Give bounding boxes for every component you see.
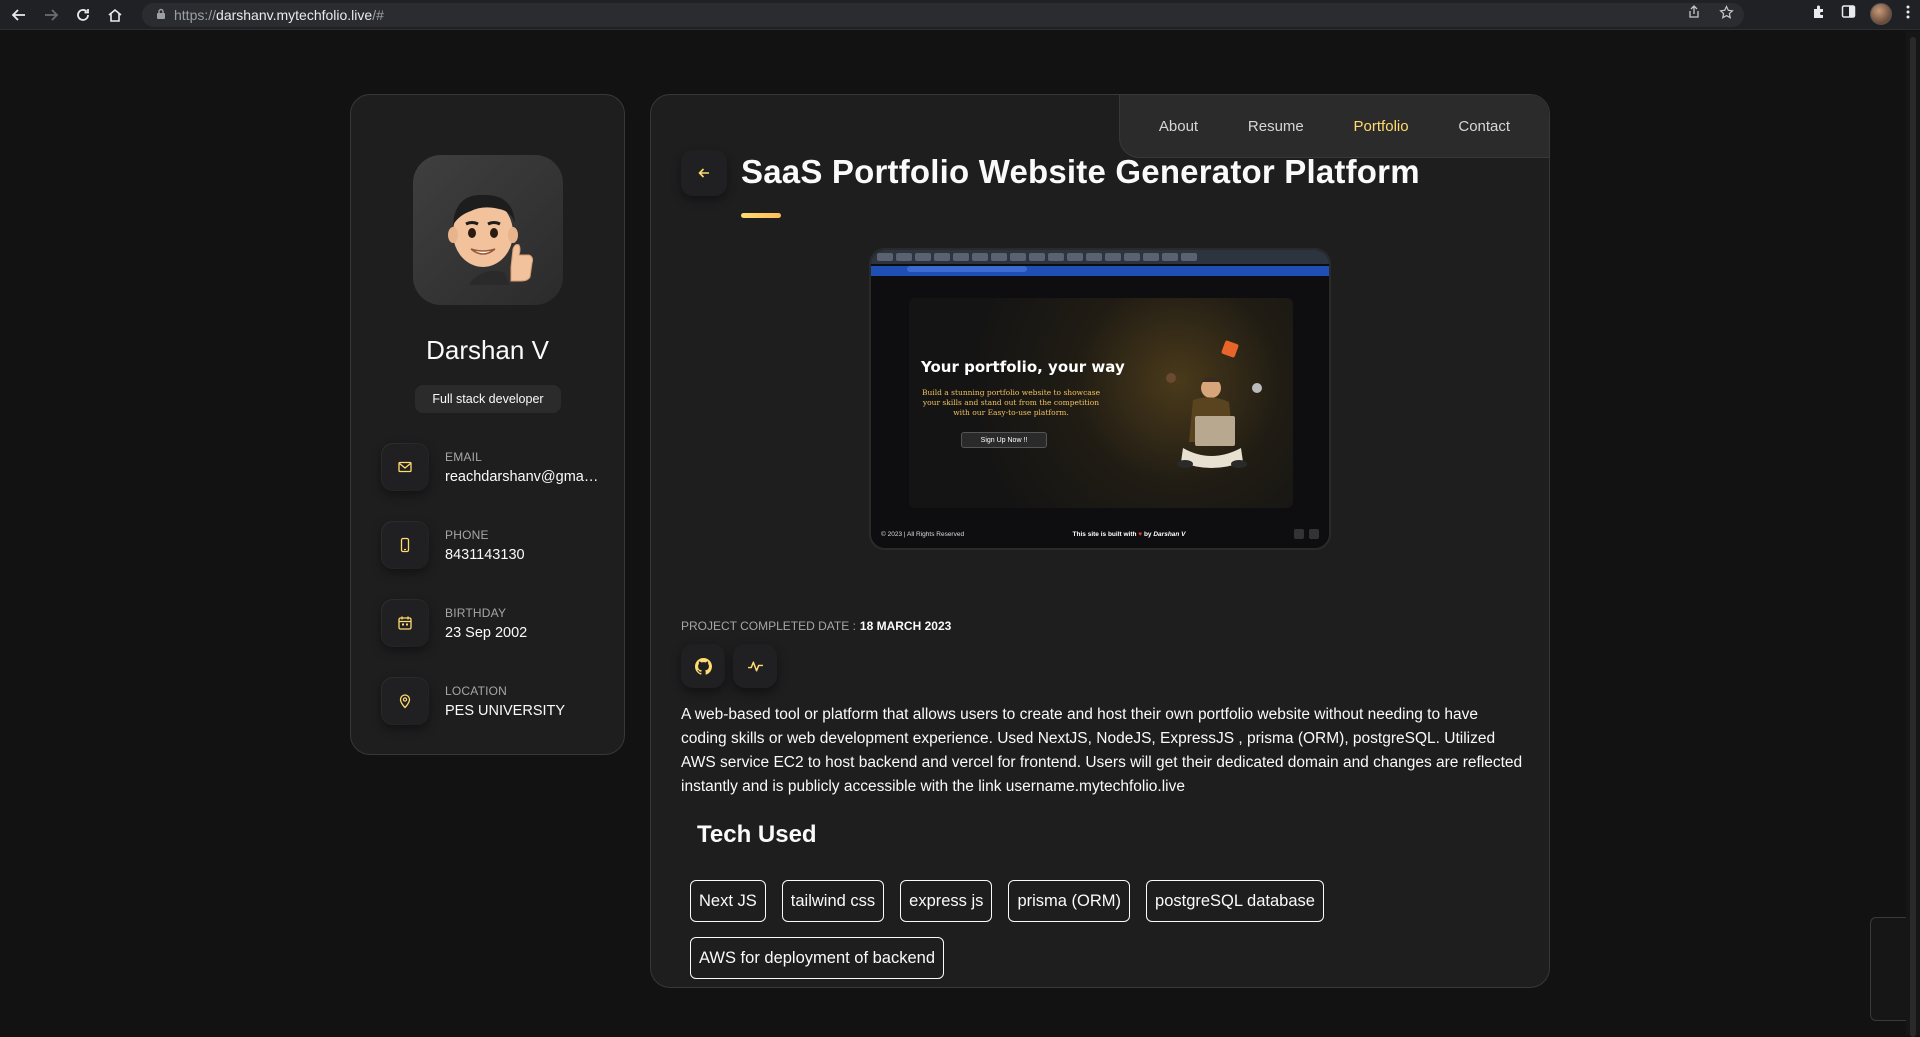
- role-badge: Full stack developer: [415, 385, 561, 413]
- preview-headline: Your portfolio, your way: [921, 358, 1125, 376]
- preview-copyright: © 2023 | All Rights Reserved: [881, 530, 965, 538]
- reload-icon[interactable]: [70, 2, 96, 28]
- home-icon[interactable]: [102, 2, 128, 28]
- preview-subtext: Build a stunning portfolio website to sh…: [921, 388, 1101, 417]
- browser-toolbar: https://darshanv.mytechfolio.live/#: [0, 0, 1920, 30]
- tech-tag: postgreSQL database: [1146, 880, 1324, 922]
- arrow-left-icon: [698, 168, 709, 178]
- top-navbar: About Resume Portfolio Contact: [1119, 95, 1549, 158]
- forward-arrow-icon[interactable]: [38, 2, 64, 28]
- location-pin-icon: [381, 677, 429, 725]
- contact-label: EMAIL: [445, 450, 483, 464]
- tech-list: Next JS tailwind css express js prisma (…: [690, 880, 1410, 979]
- preview-footer: © 2023 | All Rights Reserved This site i…: [871, 520, 1329, 548]
- preview-credit: This site is built with ♥ by Darshan V: [1072, 530, 1186, 538]
- tech-used-heading: Tech Used: [697, 821, 817, 848]
- back-button[interactable]: [681, 150, 727, 196]
- url-host: darshanv.mytechfolio.live: [216, 7, 373, 23]
- side-panel-icon[interactable]: [1841, 4, 1856, 24]
- contact-phone: PHONE 8431143130: [381, 521, 601, 599]
- tech-tag: express js: [900, 880, 993, 922]
- back-arrow-icon[interactable]: [6, 2, 32, 28]
- nav-resume[interactable]: Resume: [1248, 118, 1304, 135]
- contact-location: LOCATION PES UNIVERSITY: [381, 677, 601, 755]
- project-title: SaaS Portfolio Website Generator Platfor…: [741, 153, 1420, 190]
- nav-portfolio[interactable]: Portfolio: [1354, 118, 1409, 135]
- contact-label: BIRTHDAY: [445, 606, 507, 620]
- nav-contact[interactable]: Contact: [1458, 118, 1510, 135]
- tech-tag: tailwind css: [781, 880, 885, 922]
- url-scheme: https://: [174, 7, 217, 23]
- calendar-icon: [381, 599, 429, 647]
- share-icon[interactable]: [1687, 5, 1701, 25]
- project-links: [681, 644, 777, 688]
- project-description: A web-based tool or platform that allows…: [681, 706, 1523, 795]
- browser-profile-avatar[interactable]: [1870, 3, 1892, 25]
- nav-about[interactable]: About: [1159, 118, 1198, 135]
- email-link[interactable]: reachdarshanv@gma…: [445, 469, 601, 485]
- project-date: PROJECT COMPLETED DATE :18 MARCH 2023: [681, 619, 951, 633]
- contact-label: PHONE: [445, 528, 489, 542]
- birthday-value: 23 Sep 2002: [445, 625, 528, 641]
- preview-hero: Your portfolio, your way Build a stunnin…: [909, 298, 1293, 508]
- portfolio-detail-card: About Resume Portfolio Contact SaaS Port…: [650, 94, 1550, 988]
- tech-tag: Next JS: [690, 880, 766, 922]
- preview-illustration: [1166, 340, 1262, 468]
- memoji-avatar-icon: [448, 194, 534, 285]
- tech-tag: AWS for deployment of backend: [690, 937, 945, 979]
- tech-tag: prisma (ORM): [1008, 880, 1131, 922]
- extensions-puzzle-icon[interactable]: [1812, 4, 1827, 24]
- avatar: [413, 155, 563, 305]
- url-path: /#: [372, 7, 384, 23]
- page: Darshan V Full stack developer EMAIL rea…: [0, 31, 1920, 1037]
- profile-name: Darshan V: [426, 335, 549, 365]
- project-date-value: 18 MARCH 2023: [859, 619, 952, 633]
- pulse-icon: [747, 661, 763, 671]
- live-demo-button[interactable]: [733, 644, 777, 688]
- kebab-menu-icon[interactable]: [1906, 5, 1910, 24]
- phone-link[interactable]: 8431143130: [445, 547, 601, 563]
- lock-icon: [156, 7, 166, 23]
- contact-email: EMAIL reachdarshanv@gma…: [381, 443, 601, 521]
- heart-icon: ♥: [1138, 530, 1143, 538]
- phone-icon: [381, 521, 429, 569]
- mail-icon: [381, 443, 429, 491]
- profile-sidebar: Darshan V Full stack developer EMAIL rea…: [350, 94, 625, 755]
- preview-footer-icons: [1293, 529, 1319, 539]
- preview-address-bar: [871, 266, 1329, 276]
- preview-browser-tabs: [871, 250, 1329, 264]
- title-underline: [741, 213, 781, 218]
- github-icon: [694, 657, 712, 675]
- page-scrollbar[interactable]: [1906, 31, 1920, 1037]
- location-value: PES UNIVERSITY: [445, 703, 566, 719]
- contact-birthday: BIRTHDAY 23 Sep 2002: [381, 599, 601, 677]
- address-bar[interactable]: https://darshanv.mytechfolio.live/#: [142, 3, 1744, 27]
- bookmark-star-icon[interactable]: [1719, 5, 1734, 25]
- project-date-label: PROJECT COMPLETED DATE :: [681, 619, 856, 633]
- github-link-button[interactable]: [681, 644, 725, 688]
- project-preview-image: Your portfolio, your way Build a stunnin…: [869, 248, 1331, 550]
- contact-label: LOCATION: [445, 684, 508, 698]
- contacts-list: EMAIL reachdarshanv@gma… PHONE 843114313…: [381, 443, 601, 755]
- preview-signup-button: Sign Up Now !!: [961, 432, 1047, 448]
